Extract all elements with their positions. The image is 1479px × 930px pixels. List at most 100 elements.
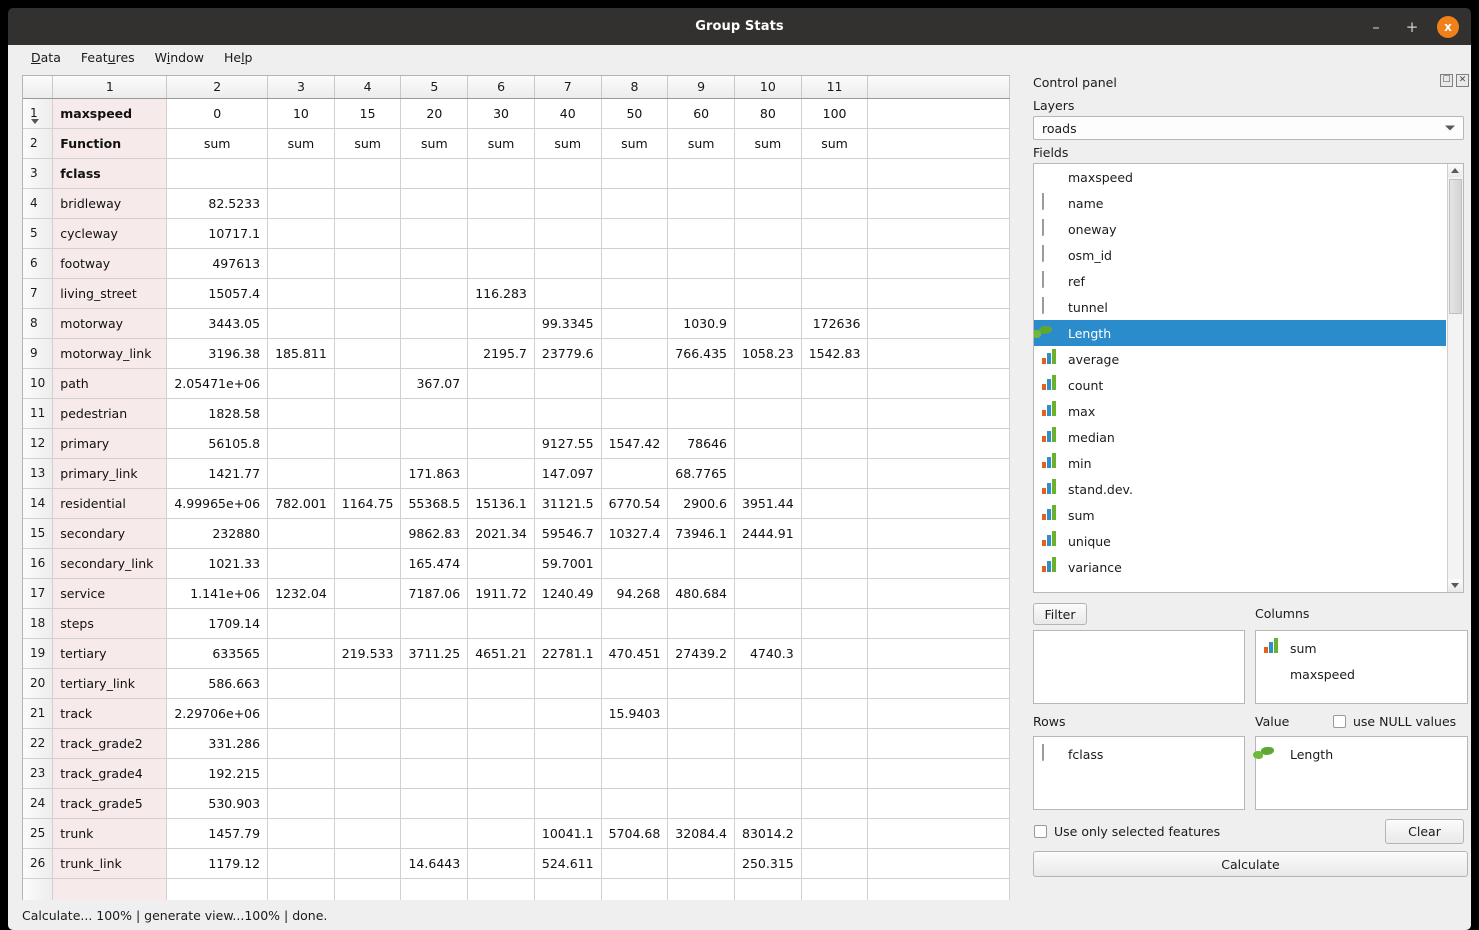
table-cell[interactable] (268, 218, 335, 248)
title-bar[interactable]: Group Stats – + x (8, 8, 1471, 45)
table-cell[interactable]: 530.903 (167, 788, 268, 818)
table-cell[interactable]: 1030.9 (668, 308, 735, 338)
table-cell[interactable]: 32084.4 (668, 818, 735, 848)
table-cell[interactable]: 3711.25 (401, 638, 468, 668)
table-cell[interactable] (801, 818, 868, 848)
table-cell[interactable] (468, 248, 535, 278)
table-cell[interactable]: 73946.1 (668, 518, 735, 548)
table-cell[interactable] (668, 398, 735, 428)
table-cell[interactable] (534, 278, 601, 308)
table-row[interactable]: 1maxspeed01015203040506080100 (23, 98, 1010, 128)
table-cell[interactable] (401, 248, 468, 278)
table-cell[interactable] (334, 308, 401, 338)
columns-item[interactable]: sum (1256, 635, 1467, 661)
table-cell[interactable] (334, 548, 401, 578)
row-sort-icon[interactable] (31, 119, 39, 124)
table-cell[interactable]: 22781.1 (534, 638, 601, 668)
row-header[interactable]: 6 (23, 248, 53, 278)
table-cell[interactable] (801, 728, 868, 758)
table-cell[interactable] (334, 278, 401, 308)
table-cell[interactable]: 171.863 (401, 458, 468, 488)
table-cell[interactable]: 1240.49 (534, 578, 601, 608)
table-cell[interactable]: sum (668, 128, 735, 158)
table-cell[interactable]: 1.141e+06 (167, 578, 268, 608)
table-cell[interactable] (601, 398, 668, 428)
col-header-9[interactable]: 9 (668, 76, 735, 98)
table-cell[interactable] (468, 818, 535, 848)
table-row[interactable]: 3fclass (23, 158, 1010, 188)
table-row[interactable]: 16secondary_link1021.33165.47459.7001 (23, 548, 1010, 578)
table-cell[interactable]: 9862.83 (401, 518, 468, 548)
col-header-1[interactable]: 1 (53, 76, 167, 98)
row-label-cell[interactable]: track_grade4 (53, 758, 167, 788)
table-cell[interactable]: 470.451 (601, 638, 668, 668)
table-cell[interactable] (334, 698, 401, 728)
table-cell[interactable] (601, 668, 668, 698)
table-cell[interactable] (668, 758, 735, 788)
table-cell[interactable]: 367.07 (401, 368, 468, 398)
table-cell[interactable] (334, 158, 401, 188)
table-cell[interactable] (668, 548, 735, 578)
table-cell[interactable] (334, 428, 401, 458)
table-cell[interactable] (735, 758, 802, 788)
table-cell[interactable] (334, 218, 401, 248)
row-label-cell[interactable]: track_grade2 (53, 728, 167, 758)
table-cell[interactable]: 20 (401, 98, 468, 128)
calculate-button[interactable]: Calculate (1033, 851, 1468, 877)
table-cell[interactable]: 766.435 (668, 338, 735, 368)
table-cell[interactable] (735, 578, 802, 608)
table-cell[interactable]: 2195.7 (468, 338, 535, 368)
table-cell[interactable] (268, 278, 335, 308)
layer-select[interactable]: roads (1033, 116, 1464, 140)
table-cell[interactable]: 4.99965e+06 (167, 488, 268, 518)
table-cell[interactable] (334, 368, 401, 398)
table-cell[interactable]: 116.283 (468, 278, 535, 308)
table-cell[interactable]: 50 (601, 98, 668, 128)
close-panel-icon[interactable]: ✕ (1456, 74, 1469, 87)
table-cell[interactable] (468, 788, 535, 818)
table-cell[interactable] (801, 698, 868, 728)
table-cell[interactable]: 2444.91 (735, 518, 802, 548)
field-list-item[interactable]: count (1034, 372, 1446, 398)
table-cell[interactable] (268, 248, 335, 278)
col-header-6[interactable]: 6 (468, 76, 535, 98)
table-cell[interactable] (334, 608, 401, 638)
table-row[interactable]: 23track_grade4192.215 (23, 758, 1010, 788)
row-label-cell[interactable]: footway (53, 248, 167, 278)
table-cell[interactable]: 10717.1 (167, 218, 268, 248)
row-label-cell[interactable]: maxspeed (53, 98, 167, 128)
row-header[interactable]: 3 (23, 158, 53, 188)
row-header[interactable]: 5 (23, 218, 53, 248)
row-header[interactable]: 18 (23, 608, 53, 638)
table-cell[interactable] (401, 758, 468, 788)
table-cell[interactable] (401, 188, 468, 218)
table-cell[interactable] (534, 668, 601, 698)
table-cell[interactable] (601, 278, 668, 308)
maximize-icon[interactable]: + (1401, 16, 1423, 38)
table-cell[interactable] (401, 608, 468, 638)
row-header[interactable]: 17 (23, 578, 53, 608)
table-cell[interactable]: 1828.58 (167, 398, 268, 428)
table-cell[interactable]: 31121.5 (534, 488, 601, 518)
table-cell[interactable]: 55368.5 (401, 488, 468, 518)
field-list-item[interactable]: ref (1034, 268, 1446, 294)
table-cell[interactable] (801, 758, 868, 788)
col-header-2[interactable]: 2 (167, 76, 268, 98)
row-header[interactable]: 14 (23, 488, 53, 518)
row-header[interactable]: 13 (23, 458, 53, 488)
fields-scrollbar[interactable] (1447, 164, 1463, 592)
table-cell[interactable]: 0 (167, 98, 268, 128)
table-cell[interactable] (801, 458, 868, 488)
table-cell[interactable] (735, 188, 802, 218)
table-cell[interactable]: 2.29706e+06 (167, 698, 268, 728)
table-cell[interactable]: 15.9403 (601, 698, 668, 728)
table-cell[interactable] (801, 488, 868, 518)
table-cell[interactable]: 219.533 (334, 638, 401, 668)
table-cell[interactable] (401, 398, 468, 428)
table-row[interactable]: 2Functionsumsumsumsumsumsumsumsumsumsum (23, 128, 1010, 158)
table-cell[interactable]: 192.215 (167, 758, 268, 788)
table-row[interactable]: 7living_street15057.4116.283 (23, 278, 1010, 308)
col-header-8[interactable]: 8 (601, 76, 668, 98)
table-cell[interactable] (468, 758, 535, 788)
table-cell[interactable]: sum (268, 128, 335, 158)
